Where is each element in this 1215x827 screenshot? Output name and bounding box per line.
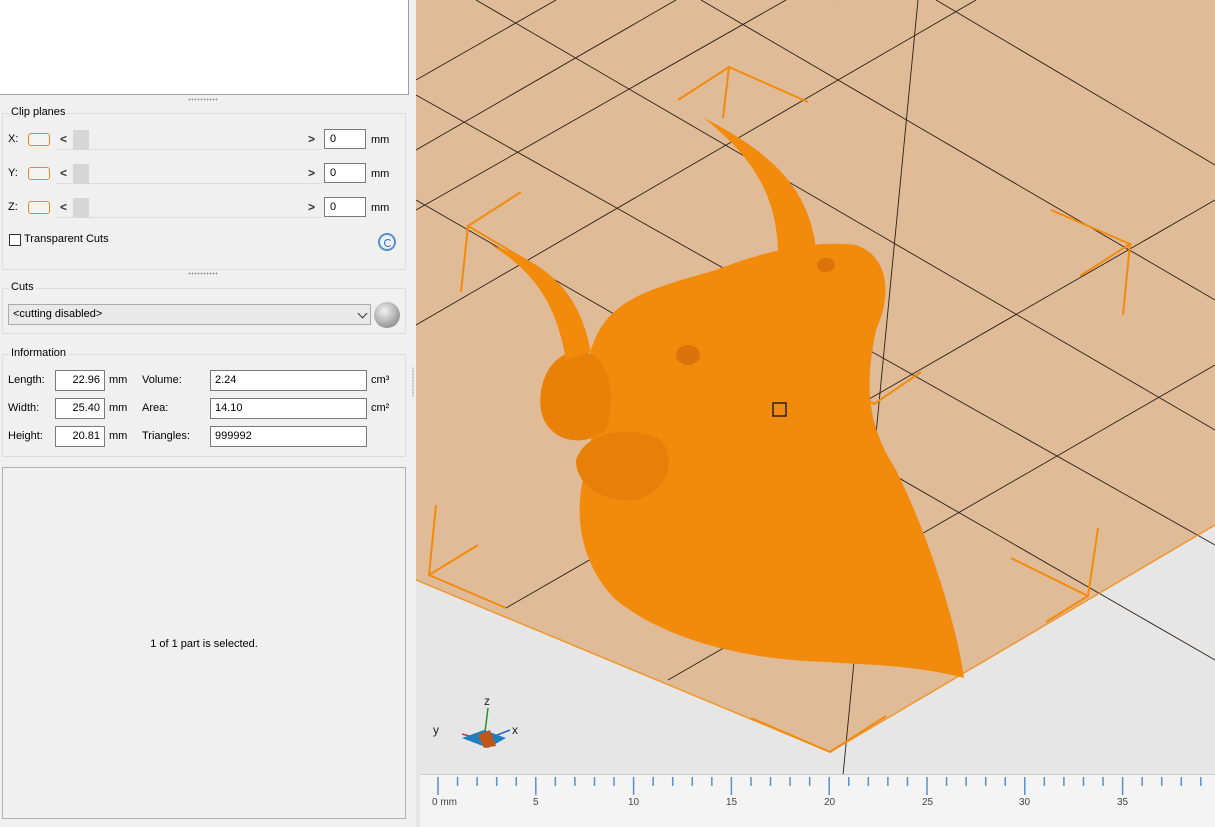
chevron-left-icon[interactable]: <	[60, 166, 67, 180]
clip-planes-title: Clip planes	[9, 106, 68, 118]
width-unit: mm	[109, 402, 128, 414]
chevron-right-icon[interactable]: >	[308, 200, 315, 214]
cuts-title: Cuts	[9, 281, 36, 293]
slider-thumb[interactable]	[73, 164, 89, 184]
chevron-left-icon[interactable]: <	[60, 200, 67, 214]
object-tree[interactable]	[0, 0, 409, 95]
scene-canvas: z y x	[416, 0, 1215, 827]
axis-y-label: y	[433, 723, 439, 737]
clip-x-label: X:	[8, 133, 19, 145]
clip-z-unit: mm	[371, 202, 390, 214]
clip-z-toggle[interactable]	[28, 201, 50, 214]
cut-tool-icon[interactable]	[374, 302, 400, 328]
length-unit: mm	[109, 374, 128, 386]
information-title: Information	[9, 347, 69, 359]
ruler-label: 15	[726, 797, 738, 808]
chevron-left-icon[interactable]: <	[60, 132, 67, 146]
triangles-label: Triangles:	[142, 430, 190, 442]
chevron-right-icon[interactable]: >	[308, 166, 315, 180]
clip-z-input[interactable]	[324, 197, 366, 217]
clip-x-unit: mm	[371, 134, 390, 146]
chevron-down-icon	[357, 308, 368, 319]
ruler-label: 25	[922, 797, 934, 808]
slider-thumb[interactable]	[73, 198, 89, 218]
3d-viewport[interactable]: z y x 0 mm 5 10 15 20 25 30 35	[416, 0, 1215, 827]
height-value: 20.81	[55, 426, 105, 447]
cuts-select[interactable]: <cutting disabled>	[8, 304, 371, 325]
width-value: 25.40	[55, 398, 105, 419]
clip-x-input[interactable]	[324, 129, 366, 149]
selection-panel: 1 of 1 part is selected.	[2, 467, 406, 819]
ruler-label: 30	[1019, 797, 1031, 808]
width-label: Width:	[8, 402, 40, 414]
area-unit: cm²	[371, 402, 390, 414]
axis-z-label: z	[484, 694, 490, 708]
height-label: Height:	[8, 430, 43, 442]
axis-gizmo: z y x	[433, 694, 518, 748]
ruler-label: 5	[533, 797, 539, 808]
clip-y-slider[interactable]: < >	[56, 164, 322, 184]
volume-unit: cm³	[371, 374, 390, 386]
area-value: 14.10	[210, 398, 367, 419]
clip-y-unit: mm	[371, 168, 390, 180]
transparent-cuts-label: Transparent Cuts	[24, 233, 109, 245]
axis-x-label: x	[512, 723, 518, 737]
clip-x-toggle[interactable]	[28, 133, 50, 146]
ruler-label: 35	[1117, 797, 1129, 808]
chevron-right-icon[interactable]: >	[308, 132, 315, 146]
panel-resize-grip[interactable]	[188, 272, 218, 275]
length-value: 22.96	[55, 370, 105, 391]
height-unit: mm	[109, 430, 128, 442]
clip-z-label: Z:	[8, 201, 18, 213]
volume-label: Volume:	[142, 374, 182, 386]
cuts-select-value: <cutting disabled>	[13, 308, 103, 320]
panel-resize-grip[interactable]	[188, 98, 218, 101]
volume-value: 2.24	[210, 370, 367, 391]
clip-z-slider[interactable]: < >	[56, 198, 322, 218]
transparent-cuts-checkbox[interactable]	[9, 234, 21, 246]
area-label: Area:	[142, 402, 169, 414]
ruler: 0 mm 5 10 15 20 25 30 35	[420, 774, 1215, 827]
selection-status: 1 of 1 part is selected.	[150, 638, 258, 650]
ruler-label: 10	[628, 797, 640, 808]
clip-x-slider[interactable]: < >	[56, 130, 322, 150]
clip-y-input[interactable]	[324, 163, 366, 183]
clip-y-label: Y:	[8, 167, 18, 179]
left-panel: Clip planes X: < > mm Y: < > mm Z: < > m…	[0, 0, 410, 827]
ruler-label: 0 mm	[432, 797, 457, 808]
length-label: Length:	[8, 374, 45, 386]
ruler-ticks	[437, 777, 1202, 795]
reset-clip-icon[interactable]	[378, 233, 396, 251]
triangles-value: 999992	[210, 426, 367, 447]
slider-thumb[interactable]	[73, 130, 89, 150]
ruler-label: 20	[824, 797, 836, 808]
clip-y-toggle[interactable]	[28, 167, 50, 180]
